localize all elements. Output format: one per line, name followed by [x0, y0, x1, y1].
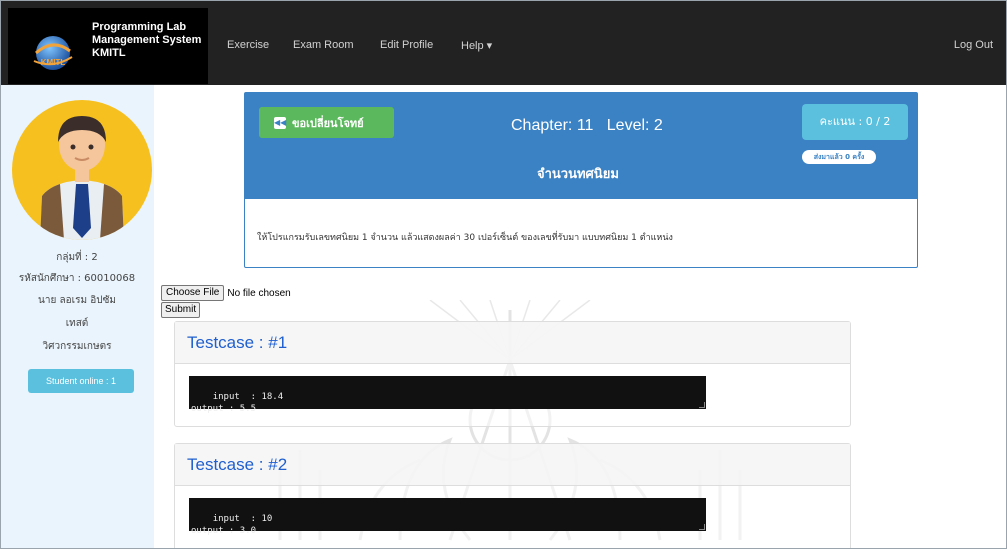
logout-link[interactable]: Log Out	[954, 39, 993, 51]
kmitl-logo-icon: KMITL	[33, 36, 73, 70]
testcase-title: Testcase : #2	[187, 455, 288, 474]
testcase-title: Testcase : #1	[187, 333, 288, 352]
brand-title: Programming Lab Management System KMITL	[92, 21, 212, 60]
student-group: กลุ่มที่ : 2	[56, 252, 98, 263]
exercise-title: จำนวนทศนิยม	[537, 167, 619, 182]
level-label: Level: 2	[606, 117, 663, 134]
student-sidebar: กลุ่มที่ : 2 รหัสนักศึกษา : 60010068 นาย…	[0, 85, 154, 549]
testcase-header: Testcase : #1	[175, 322, 850, 364]
submission-count-badge: ส่งมาแล้ว 0 ครั้ง	[802, 150, 876, 164]
chapter-level-heading: Chapter: 11 Level: 2	[511, 117, 663, 135]
student-online-button[interactable]: Student online : 1	[28, 369, 134, 393]
rewind-icon: ◀◀	[274, 116, 287, 129]
exercise-panel: ◀◀ ขอเปลี่ยนโจทย์ Chapter: 11 Level: 2 จ…	[244, 92, 918, 268]
testcase-card: Testcase : #1 input : 18.4 output : 5.5	[174, 321, 851, 427]
testcase-card: Testcase : #2 input : 10 output : 3.0	[174, 443, 851, 549]
submit-button[interactable]: Submit	[161, 302, 201, 318]
change-problem-label: ขอเปลี่ยนโจทย์	[292, 116, 364, 130]
testcase-io-text: input : 10 output : 3.0	[191, 514, 273, 536]
change-problem-button[interactable]: ◀◀ ขอเปลี่ยนโจทย์	[259, 107, 394, 138]
svg-text:KMITL: KMITL	[41, 58, 66, 67]
student-id: รหัสนักศึกษา : 60010068	[18, 273, 136, 284]
student-nickname: เทสต์	[65, 318, 89, 329]
testcase-io-text: input : 18.4 output : 5.5	[191, 392, 284, 414]
top-navbar: KMITL Programming Lab Management System …	[0, 0, 1007, 85]
resize-handle-icon[interactable]	[699, 402, 705, 408]
score-button[interactable]: คะแนน : 0 / 2	[802, 104, 908, 140]
exercise-panel-header: ◀◀ ขอเปลี่ยนโจทย์ Chapter: 11 Level: 2 จ…	[245, 93, 917, 199]
file-status: No file chosen	[227, 287, 291, 299]
testcase-io-textarea[interactable]: input : 18.4 output : 5.5	[189, 376, 706, 414]
brand[interactable]: KMITL Programming Lab Management System …	[8, 8, 208, 84]
nav-exam-room[interactable]: Exam Room	[293, 39, 354, 51]
nav-edit-profile[interactable]: Edit Profile	[380, 39, 433, 51]
student-name: นาย ลอเรม อิปซัม	[38, 295, 116, 306]
brand-line-2: Management System	[92, 34, 202, 46]
brand-line-3: KMITL	[92, 47, 126, 59]
nav-exercise[interactable]: Exercise	[227, 39, 269, 51]
resize-handle-icon[interactable]	[699, 524, 705, 530]
student-faculty: วิศวกรรมเกษตร	[42, 341, 112, 352]
testcase-header: Testcase : #2	[175, 444, 850, 486]
problem-statement: ให้โปรแกรมรับเลขทศนิยม 1 จำนวน แล้วแสดงผ…	[257, 233, 673, 243]
brand-line-1: Programming Lab	[92, 21, 187, 33]
testcase-io-textarea[interactable]: input : 10 output : 3.0	[189, 498, 706, 536]
chapter-label: Chapter: 11	[511, 117, 594, 134]
nav-help-dropdown[interactable]: Help ▾	[461, 39, 492, 52]
choose-file-button[interactable]: Choose File	[161, 285, 225, 301]
student-avatar	[12, 100, 152, 240]
file-upload: Choose File No file chosen	[161, 285, 291, 301]
